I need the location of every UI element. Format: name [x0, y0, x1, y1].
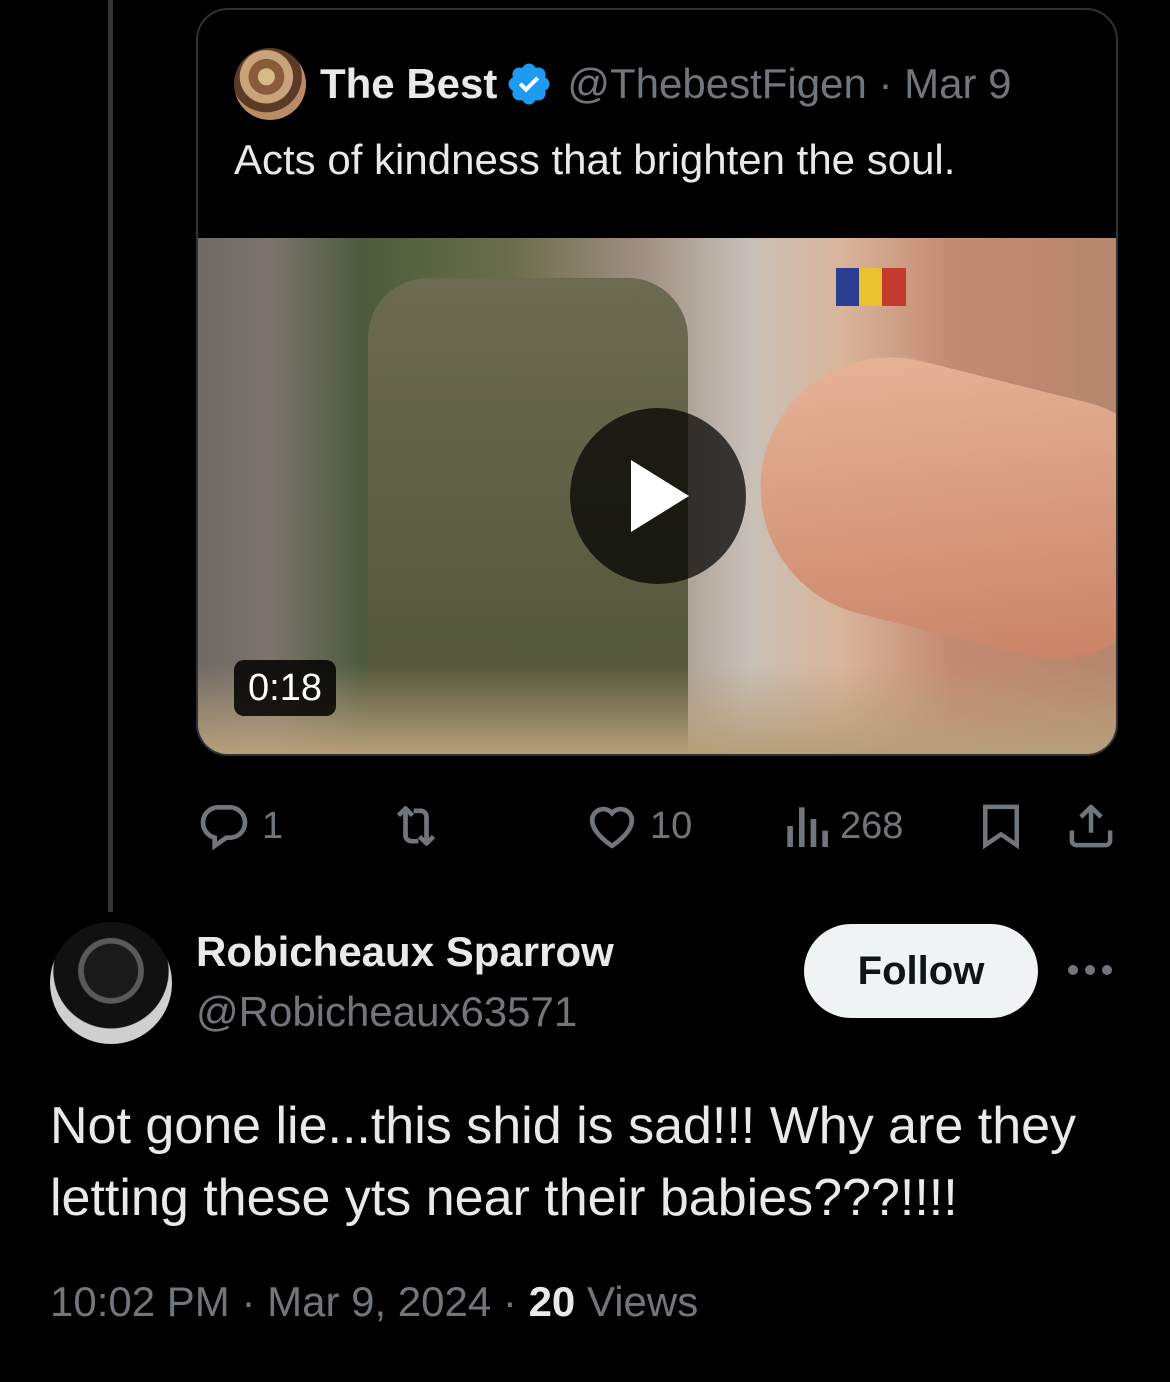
tweet-views-label: Views — [575, 1278, 699, 1325]
share-icon — [1069, 804, 1113, 848]
heart-icon — [589, 806, 635, 849]
reply-button[interactable]: 1 — [196, 794, 283, 858]
quoted-author-handle-date: @ThebestFigen · Mar 9 — [567, 60, 1012, 107]
thread-connector-line — [108, 0, 113, 912]
like-count: 10 — [650, 804, 693, 847]
tweet-action-bar: 1 10 268 — [0, 794, 1170, 858]
tweet-timestamp[interactable]: 10:02 PM · Mar 9, 2024 · — [50, 1278, 529, 1325]
views-count: 268 — [840, 804, 904, 847]
views-button[interactable]: 268 — [782, 794, 903, 858]
views-chart-icon — [787, 807, 828, 847]
repost-button[interactable] — [386, 794, 446, 858]
quoted-author-avatar[interactable] — [234, 48, 306, 120]
video-player[interactable]: 0:18 — [198, 238, 1116, 754]
share-button[interactable] — [1064, 794, 1118, 858]
tweet-meta: 10:02 PM · Mar 9, 2024 · 20 Views — [50, 1278, 698, 1326]
quoted-author-name[interactable]: The Best — [320, 60, 497, 108]
reply-icon — [200, 805, 248, 851]
reply-count: 1 — [262, 804, 284, 847]
verified-badge-icon — [505, 60, 553, 108]
reply-tweet-text: Not gone lie...this shid is sad!!! Why a… — [50, 1097, 1077, 1227]
like-button[interactable]: 10 — [584, 794, 692, 858]
more-dots-icon[interactable] — [1066, 950, 1114, 990]
repost-icon — [396, 806, 436, 846]
tweet-view-count: 20 — [528, 1278, 576, 1325]
follow-button[interactable]: Follow — [804, 924, 1038, 1018]
quoted-tweet-text: Acts of kindness that brighten the soul. — [234, 136, 956, 183]
play-icon — [631, 460, 689, 532]
reply-author-avatar[interactable] — [50, 922, 172, 1044]
reply-author-name[interactable]: Robicheaux Sparrow — [196, 928, 614, 976]
video-frame-flag — [836, 268, 906, 306]
reply-author-handle[interactable]: @Robicheaux63571 — [196, 988, 577, 1036]
video-duration-badge: 0:18 — [234, 660, 336, 716]
play-button[interactable] — [570, 408, 746, 584]
video-frame-arm — [732, 329, 1116, 687]
quoted-tweet-card[interactable]: The Best @ThebestFigen · Mar 9 Acts of k… — [196, 8, 1118, 756]
quoted-tweet-header: The Best @ThebestFigen · Mar 9 — [234, 46, 1012, 122]
tweet-page: The Best @ThebestFigen · Mar 9 Acts of k… — [0, 0, 1170, 1382]
bookmark-button[interactable] — [974, 794, 1028, 858]
bookmark-icon — [983, 804, 1019, 850]
